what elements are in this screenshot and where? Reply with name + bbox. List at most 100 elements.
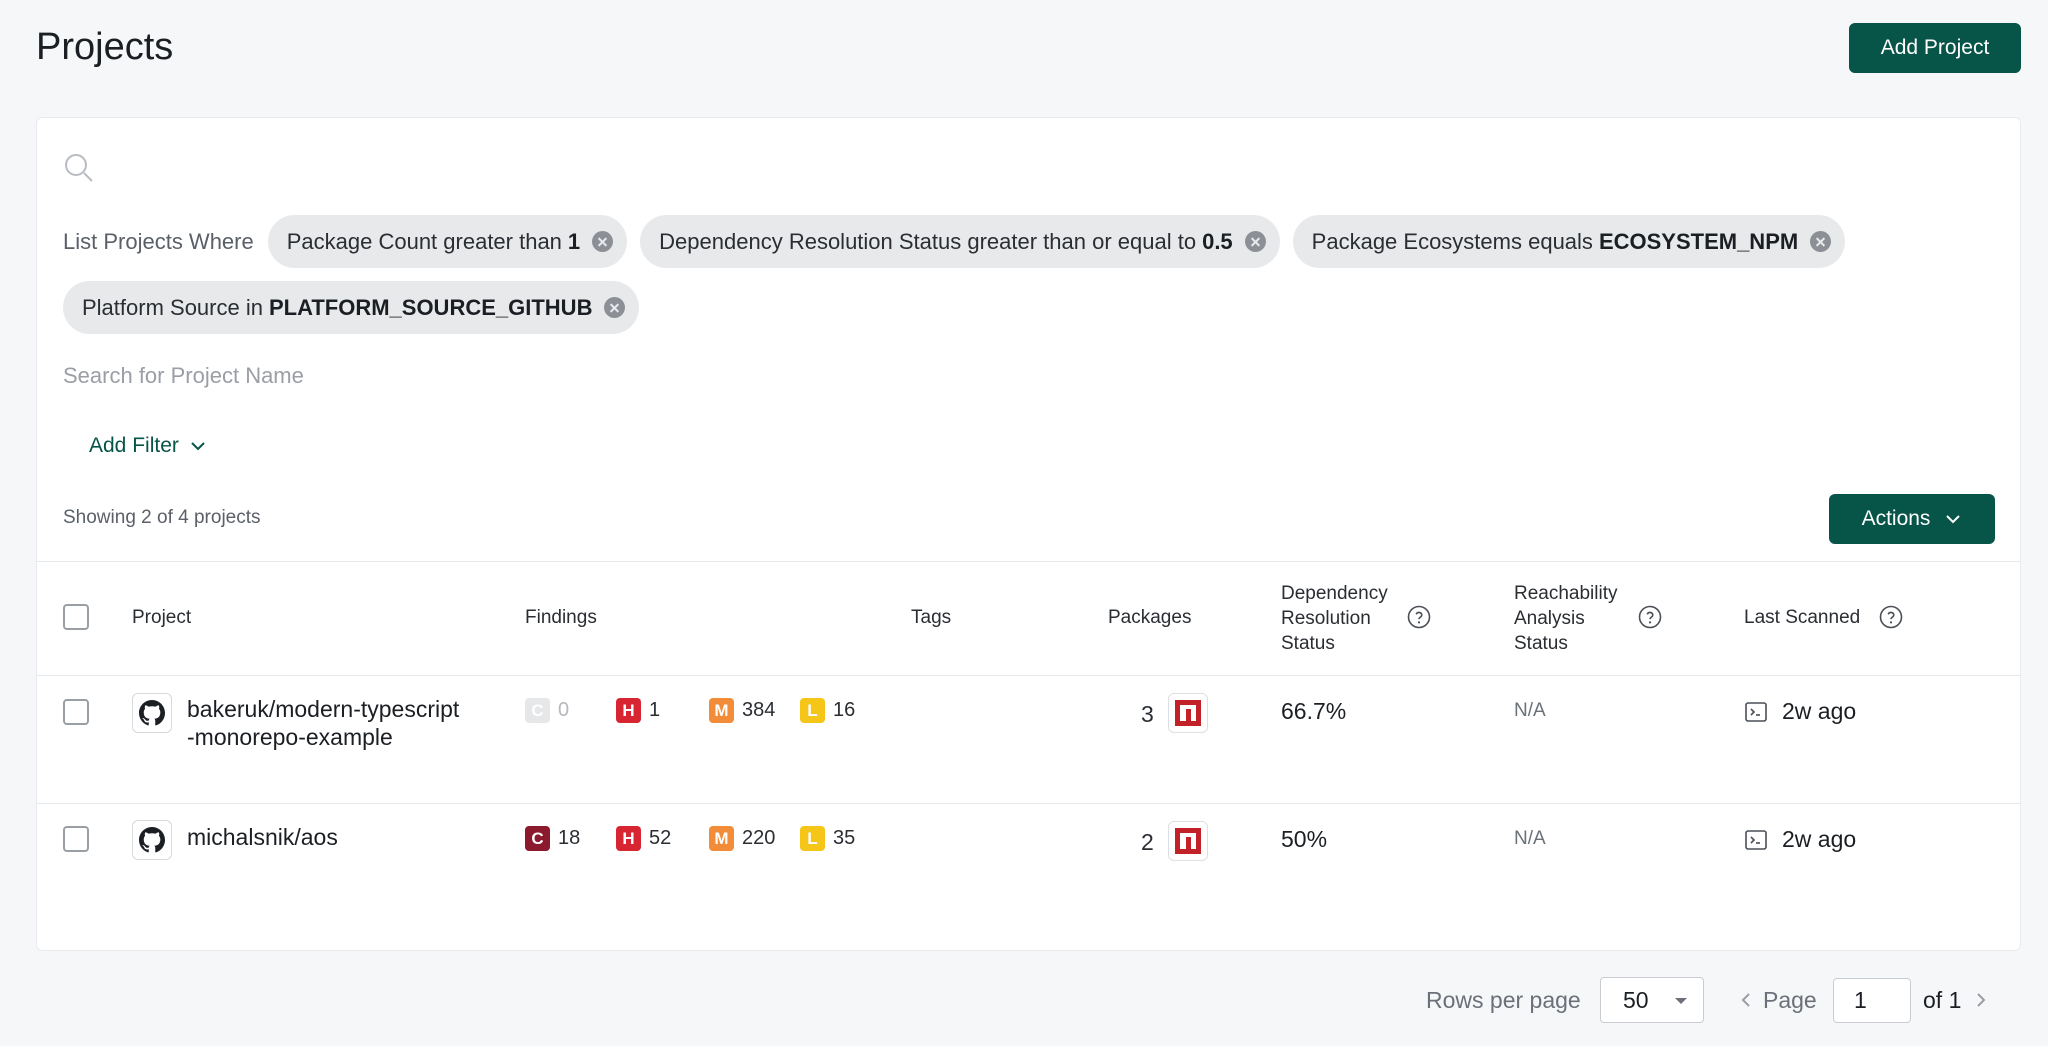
- chevron-down-icon: [1946, 515, 1961, 524]
- terminal-icon: [1745, 701, 1767, 722]
- column-header-findings[interactable]: Findings: [525, 605, 597, 630]
- chevron-left-icon[interactable]: [1738, 991, 1754, 1009]
- chip-value: PLATFORM_SOURCE_GITHUB: [268, 294, 593, 320]
- actions-label: Actions: [1861, 507, 1931, 530]
- filter-chip-ecosystem[interactable]: Package Ecosystems equals ECOSYSTEM_NPM: [1292, 215, 1846, 268]
- findings-high[interactable]: H 1: [616, 698, 660, 723]
- column-header-last-scanned[interactable]: Last Scanned: [1744, 605, 1860, 630]
- row-checkbox[interactable]: [63, 699, 89, 725]
- filter-chip-dependency-status[interactable]: Dependency Resolution Status greater tha…: [640, 215, 1280, 268]
- results-count: Showing 2 of 4 projects: [63, 507, 261, 528]
- dependency-status-value: 50%: [1281, 826, 1328, 852]
- github-icon: [132, 820, 172, 860]
- last-scanned-text: 2w ago: [1782, 826, 1857, 852]
- rows-per-page-label: Rows per page: [1426, 977, 1581, 1023]
- last-scanned-value: 2w ago: [1744, 698, 1856, 725]
- page-number-input[interactable]: [1833, 978, 1911, 1023]
- chevron-right-icon[interactable]: [1973, 991, 1989, 1009]
- chip-value: ECOSYSTEM_NPM: [1598, 228, 1799, 254]
- npm-icon: [1168, 693, 1208, 733]
- dependency-status-value: 66.7%: [1281, 698, 1347, 724]
- close-icon[interactable]: [604, 297, 626, 318]
- column-header-packages[interactable]: Packages: [1108, 605, 1191, 630]
- rows-per-page-text: Rows per page: [1426, 987, 1581, 1013]
- project-name-line: bakeruk/modern-typescript: [187, 696, 460, 722]
- critical-badge: C: [525, 826, 550, 851]
- package-count: 2: [1141, 829, 1154, 855]
- row-divider: [37, 803, 2020, 804]
- critical-count: 18: [558, 827, 581, 849]
- chip-text: Package Count greater than: [286, 228, 562, 254]
- project-name-link[interactable]: michalsnik/aos: [187, 823, 507, 851]
- help-icon[interactable]: [1638, 605, 1662, 629]
- reachability-status-value: N/A: [1514, 700, 1546, 721]
- project-name-line: -monorepo-example: [187, 724, 393, 750]
- findings-medium[interactable]: M 220: [709, 826, 775, 851]
- add-filter-button[interactable]: Add Filter: [89, 434, 207, 458]
- findings-medium[interactable]: M 384: [709, 698, 775, 723]
- close-icon[interactable]: [1810, 231, 1832, 252]
- last-scanned-value: 2w ago: [1744, 826, 1856, 853]
- add-filter-label: Add Filter: [89, 434, 179, 457]
- medium-badge: M: [709, 698, 734, 723]
- filter-chip-package-count[interactable]: Package Count greater than 1: [267, 215, 628, 268]
- projects-card: List Projects Where Package Count greate…: [36, 117, 2021, 951]
- add-project-button[interactable]: Add Project: [1849, 23, 2021, 73]
- high-count: 1: [649, 699, 661, 721]
- header-line: Resolution: [1281, 608, 1371, 629]
- column-header-tags: Tags: [911, 607, 952, 628]
- search-icon[interactable]: [63, 152, 95, 184]
- low-count: 35: [833, 827, 856, 849]
- header-line: Reachability: [1514, 583, 1618, 604]
- critical-badge: C: [525, 698, 550, 723]
- chip-text: Dependency Resolution Status greater tha…: [659, 228, 1197, 254]
- chevron-down-icon: [191, 442, 205, 451]
- high-badge: H: [616, 698, 641, 723]
- row-divider: [37, 675, 2020, 676]
- column-header-project[interactable]: Project: [132, 605, 191, 630]
- project-name-line: michalsnik/aos: [187, 824, 338, 850]
- findings-critical[interactable]: C 18: [525, 826, 580, 851]
- chip-text: Platform Source in: [82, 294, 263, 320]
- rows-per-page-select[interactable]: 50: [1600, 977, 1704, 1023]
- chip-text: Package Ecosystems equals: [1311, 228, 1593, 254]
- header-line: Status: [1514, 633, 1568, 654]
- page-title: Projects: [36, 26, 174, 68]
- row-checkbox[interactable]: [63, 826, 89, 852]
- help-icon[interactable]: [1407, 605, 1431, 629]
- high-badge: H: [616, 826, 641, 851]
- package-count: 3: [1141, 701, 1154, 727]
- filter-chip-platform-source[interactable]: Platform Source in PLATFORM_SOURCE_GITHUB: [63, 281, 640, 334]
- low-badge: L: [800, 826, 825, 851]
- page-text: Page: [1763, 987, 1817, 1013]
- reachability-status-value: N/A: [1514, 828, 1546, 849]
- header-line: Status: [1281, 633, 1335, 654]
- column-header-dependency-status[interactable]: Dependency Resolution Status: [1281, 581, 1388, 656]
- filters-label: List Projects Where: [63, 228, 254, 254]
- column-header-reachability[interactable]: Reachability Analysis Status: [1514, 581, 1618, 656]
- findings-low[interactable]: L 16: [800, 698, 855, 723]
- project-name-link[interactable]: bakeruk/modern-typescript -monorepo-exam…: [187, 695, 507, 751]
- select-all-checkbox[interactable]: [63, 604, 89, 630]
- header-line: Analysis: [1514, 608, 1585, 629]
- last-scanned-text: 2w ago: [1782, 698, 1857, 724]
- close-icon[interactable]: [1244, 231, 1266, 252]
- findings-critical[interactable]: C 0: [525, 698, 569, 723]
- page-label: Page: [1763, 977, 1817, 1023]
- terminal-icon: [1745, 829, 1767, 850]
- project-name-search-input[interactable]: [63, 356, 763, 396]
- close-icon[interactable]: [592, 231, 614, 252]
- rows-per-page-value: 50: [1623, 986, 1649, 1013]
- page-total-text: of 1: [1923, 987, 1962, 1013]
- findings-low[interactable]: L 35: [800, 826, 855, 851]
- chip-value: 0.5: [1202, 228, 1233, 254]
- help-icon[interactable]: [1879, 605, 1903, 629]
- findings-high[interactable]: H 52: [616, 826, 671, 851]
- table-divider: [37, 561, 2020, 562]
- actions-button[interactable]: Actions: [1829, 494, 1995, 544]
- npm-icon: [1168, 821, 1208, 861]
- high-count: 52: [649, 827, 672, 849]
- chevron-down-icon: [1675, 998, 1687, 1004]
- critical-count: 0: [558, 699, 570, 721]
- medium-count: 384: [742, 699, 776, 721]
